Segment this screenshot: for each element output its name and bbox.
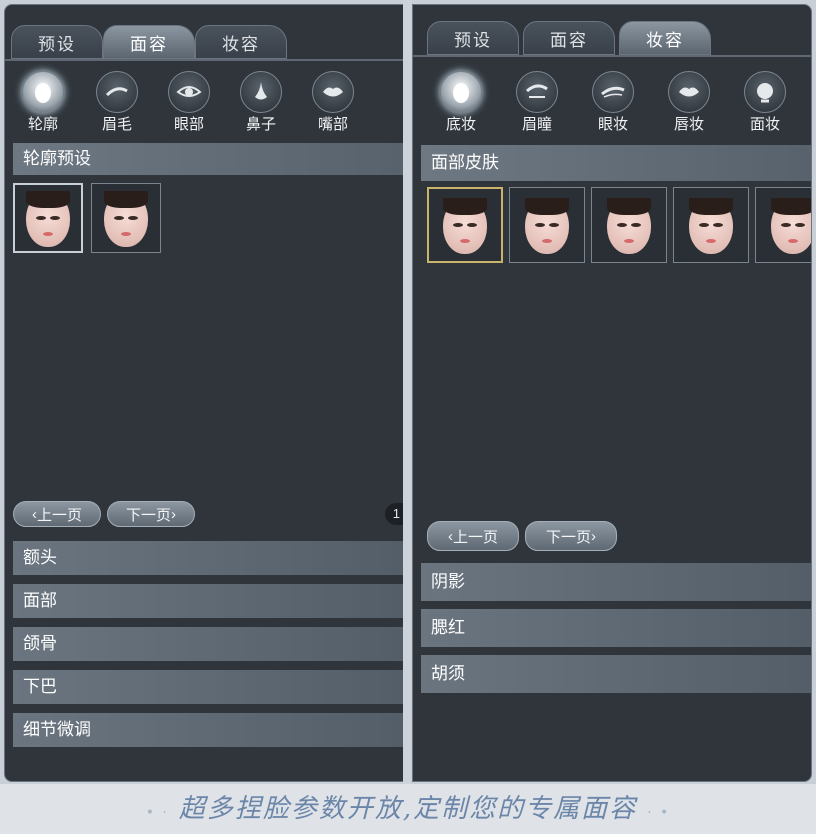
face-portrait <box>689 198 733 255</box>
makeup-label: 眼妆 <box>597 116 628 133</box>
category-shadow[interactable]: 阴影 <box>421 563 811 601</box>
feature-label: 嘴部 <box>317 116 348 133</box>
next-page-label: 下一页 <box>125 506 171 524</box>
face-portrait <box>26 191 70 248</box>
section-title: 轮廓预设 <box>13 143 403 175</box>
skin-thumbnail[interactable] <box>673 187 749 263</box>
tab-face[interactable]: 面容 <box>103 25 195 59</box>
feature-icon-row: 轮廓 眉毛 眼部 鼻子 嘴部 <box>5 71 403 135</box>
caption-text: 超多捏脸参数开放,定制您的专属面容 <box>178 794 638 824</box>
makeup-label: 面妆 <box>749 116 780 133</box>
makeup-brow-pupil[interactable]: 眉瞳 <box>507 71 567 135</box>
tab-makeup[interactable]: 妆容 <box>195 25 287 59</box>
feature-outline[interactable]: 轮廓 <box>13 71 73 135</box>
promo-caption: • · 超多捏脸参数开放,定制您的专属面容 · • <box>0 788 816 828</box>
category-jaw[interactable]: 颌骨 <box>13 627 403 661</box>
tab-underline <box>5 59 403 61</box>
category-chin[interactable]: 下巴 <box>13 670 403 704</box>
prev-page-button[interactable]: ‹ 上一页 <box>427 521 519 551</box>
face-portrait <box>443 198 487 255</box>
makeup-foundation[interactable]: 底妆 <box>431 71 491 135</box>
feature-eye[interactable]: 眼部 <box>159 71 219 135</box>
lip-makeup-icon <box>668 71 710 113</box>
feature-label: 轮廓 <box>27 116 58 133</box>
prev-page-label: 上一页 <box>452 528 498 546</box>
panel-divider <box>403 0 411 784</box>
brow-pupil-icon <box>516 71 558 113</box>
section-title: 面部皮肤 <box>421 145 811 181</box>
category-forehead[interactable]: 额头 <box>13 541 403 575</box>
makeup-editor-panel: 预设 面容 妆容 底妆 眉瞳 眼妆 唇妆 面妆 面部皮肤 ‹ 上一页 下一页 ›… <box>412 4 812 782</box>
category-beard[interactable]: 胡须 <box>421 655 811 693</box>
eye-icon <box>168 71 210 113</box>
lips-icon <box>312 71 354 113</box>
tab-preset[interactable]: 预设 <box>11 25 103 59</box>
makeup-icon-row: 底妆 眉瞳 眼妆 唇妆 面妆 <box>413 71 811 135</box>
tab-bar: 预设 面容 妆容 <box>419 21 811 55</box>
foundation-icon <box>440 71 482 113</box>
skin-thumbnail[interactable] <box>509 187 585 263</box>
face-outline-icon <box>22 71 64 113</box>
eyebrow-icon <box>96 71 138 113</box>
makeup-lip[interactable]: 唇妆 <box>659 71 719 135</box>
feature-label: 眼部 <box>173 116 204 133</box>
nose-icon <box>240 71 282 113</box>
makeup-face[interactable]: 面妆 <box>735 71 795 135</box>
makeup-label: 眉瞳 <box>521 116 552 133</box>
eye-makeup-icon <box>592 71 634 113</box>
face-paint-icon <box>744 71 786 113</box>
face-portrait <box>607 198 651 255</box>
skin-thumbnail[interactable] <box>755 187 811 263</box>
face-editor-panel: 预设 面容 妆容 轮廓 眉毛 眼部 鼻子 嘴部 轮廓预设 ‹ 上一页 下一页 ›… <box>4 4 404 782</box>
category-face[interactable]: 面部 <box>13 584 403 618</box>
face-portrait <box>104 191 148 248</box>
feature-label: 眉毛 <box>101 116 132 133</box>
face-portrait <box>771 198 811 255</box>
decoration-dots-icon: • · <box>145 805 169 821</box>
next-page-button[interactable]: 下一页 › <box>107 501 195 527</box>
next-page-button[interactable]: 下一页 › <box>525 521 617 551</box>
category-fine-tune[interactable]: 细节微调 <box>13 713 403 747</box>
tab-makeup[interactable]: 妆容 <box>619 21 711 55</box>
tab-underline <box>413 55 811 57</box>
tab-bar: 预设 面容 妆容 <box>11 25 403 59</box>
category-blush[interactable]: 腮红 <box>421 609 811 647</box>
page-number: 1 <box>385 503 403 525</box>
next-page-label: 下一页 <box>545 528 591 546</box>
makeup-eye[interactable]: 眼妆 <box>583 71 643 135</box>
skin-thumbnail[interactable] <box>427 187 503 263</box>
makeup-label: 唇妆 <box>673 116 704 133</box>
prev-page-label: 上一页 <box>36 506 82 524</box>
prev-page-button[interactable]: ‹ 上一页 <box>13 501 101 527</box>
tab-face[interactable]: 面容 <box>523 21 615 55</box>
feature-label: 鼻子 <box>245 116 276 133</box>
tab-preset[interactable]: 预设 <box>427 21 519 55</box>
skin-thumbnail[interactable] <box>591 187 667 263</box>
face-portrait <box>525 198 569 255</box>
decoration-dots-icon: · • <box>647 805 671 821</box>
feature-mouth[interactable]: 嘴部 <box>303 71 363 135</box>
preset-thumbnail[interactable] <box>91 183 161 253</box>
preset-thumbnail[interactable] <box>13 183 83 253</box>
makeup-label: 底妆 <box>445 116 476 133</box>
feature-eyebrow[interactable]: 眉毛 <box>87 71 147 135</box>
feature-nose[interactable]: 鼻子 <box>231 71 291 135</box>
